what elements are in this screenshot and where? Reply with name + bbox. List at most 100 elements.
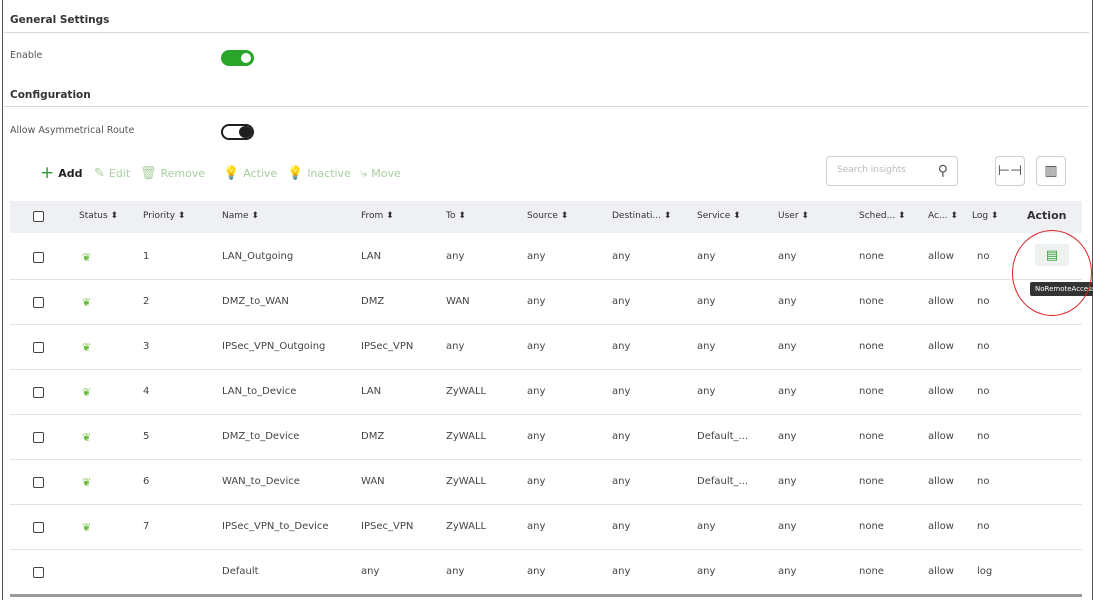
columns-button[interactable]: ▥ [1036,156,1066,186]
status-active-icon: ❦ [82,521,92,534]
cell-user: any [778,431,797,442]
row-height-button[interactable]: ⊢⊣ [995,156,1025,186]
pencil-icon: ✎ [94,166,105,181]
search-box: ⚲ [826,156,958,186]
highlight-circle [1012,230,1092,316]
cell-schedule: none [859,566,884,577]
move-button[interactable]: ⤷ Move [360,166,401,181]
cell-user: any [778,341,797,352]
remove-button[interactable]: 🗑 Remove [140,166,205,181]
cell-user: any [778,566,797,577]
enable-toggle[interactable] [221,50,254,66]
add-button[interactable]: + Add [40,163,83,183]
row-divider [10,549,1082,550]
cell-log: no [977,296,990,307]
cell-schedule: none [859,386,884,397]
column-source[interactable]: Source ⬍ [527,211,568,221]
cell-schedule: none [859,431,884,442]
search-icon[interactable]: ⚲ [938,163,948,179]
cell-destination: any [612,476,631,487]
cell-log: no [977,341,990,352]
asymmetrical-route-label: Allow Asymmetrical Route [10,125,135,136]
column-status[interactable]: Status ⬍ [79,211,118,221]
cell-source: any [527,476,546,487]
trash-icon: 🗑 [140,166,157,181]
column-destination[interactable]: Destinati... ⬍ [612,211,671,221]
cell-from: IPSec_VPN [361,341,414,352]
column-service[interactable]: Service ⬍ [697,211,741,221]
cell-source: any [527,251,546,262]
row-checkbox[interactable] [33,567,44,578]
edit-button[interactable]: ✎ Edit [94,166,130,181]
column-log[interactable]: Log ⬍ [972,211,998,221]
cell-schedule: none [859,521,884,532]
cell-access: allow [928,341,954,352]
column-access[interactable]: Ac... ⬍ [928,211,958,221]
row-checkbox[interactable] [33,432,44,443]
cell-log: log [977,566,993,577]
column-action: Action [1027,209,1067,222]
column-from[interactable]: From ⬍ [361,211,394,221]
row-checkbox[interactable] [33,477,44,488]
select-all-checkbox[interactable] [33,211,44,222]
horizontal-scrollbar[interactable] [10,594,1082,597]
cell-to: any [446,251,465,262]
cell-schedule: none [859,341,884,352]
column-priority[interactable]: Priority ⬍ [143,211,185,221]
cell-source: any [527,566,546,577]
asymmetrical-route-toggle[interactable] [221,124,254,140]
cell-name: DMZ_to_WAN [222,296,289,307]
general-settings-title: General Settings [10,14,110,26]
cell-priority: 6 [143,476,150,487]
cell-access: allow [928,431,954,442]
cell-source: any [527,341,546,352]
cell-user: any [778,386,797,397]
cell-name: LAN_Outgoing [222,251,294,262]
cell-log: no [977,521,990,532]
row-checkbox[interactable] [33,387,44,398]
row-checkbox[interactable] [33,522,44,533]
cell-source: any [527,386,546,397]
cell-source: any [527,431,546,442]
cell-destination: any [612,296,631,307]
cell-service: Default_... [697,431,749,442]
column-to[interactable]: To ⬍ [446,211,466,221]
cell-from: DMZ [361,296,385,307]
inactive-button[interactable]: 💡 Inactive [287,166,351,181]
column-schedule[interactable]: Sched... ⬍ [859,211,906,221]
cell-priority: 3 [143,341,150,352]
cell-service: any [697,521,716,532]
section-divider [4,106,1089,107]
row-checkbox[interactable] [33,252,44,263]
cell-service: any [697,341,716,352]
cell-destination: any [612,566,631,577]
cell-priority: 2 [143,296,150,307]
cell-destination: any [612,251,631,262]
cell-service: any [697,296,716,307]
row-divider [10,369,1082,370]
cell-log: no [977,476,990,487]
cell-user: any [778,521,797,532]
status-active-icon: ❦ [82,431,92,444]
active-button[interactable]: 💡 Active [223,166,277,181]
column-user[interactable]: User ⬍ [778,211,809,221]
row-checkbox[interactable] [33,342,44,353]
cell-log: no [977,386,990,397]
cell-service: any [697,566,716,577]
cell-from: DMZ [361,431,385,442]
column-name[interactable]: Name ⬍ [222,211,259,221]
cell-to: any [446,341,465,352]
cell-to: ZyWALL [446,476,487,487]
move-icon: ⤷ [360,166,368,181]
cell-to: ZyWALL [446,521,487,532]
row-checkbox[interactable] [33,297,44,308]
cell-to: WAN [446,296,470,307]
cell-source: any [527,521,546,532]
search-input[interactable] [835,164,929,176]
cell-name: LAN_to_Device [222,386,297,397]
cell-from: WAN [361,476,385,487]
status-active-icon: ❦ [82,386,92,399]
section-divider [4,32,1089,33]
cell-access: allow [928,251,954,262]
status-active-icon: ❦ [82,251,92,264]
